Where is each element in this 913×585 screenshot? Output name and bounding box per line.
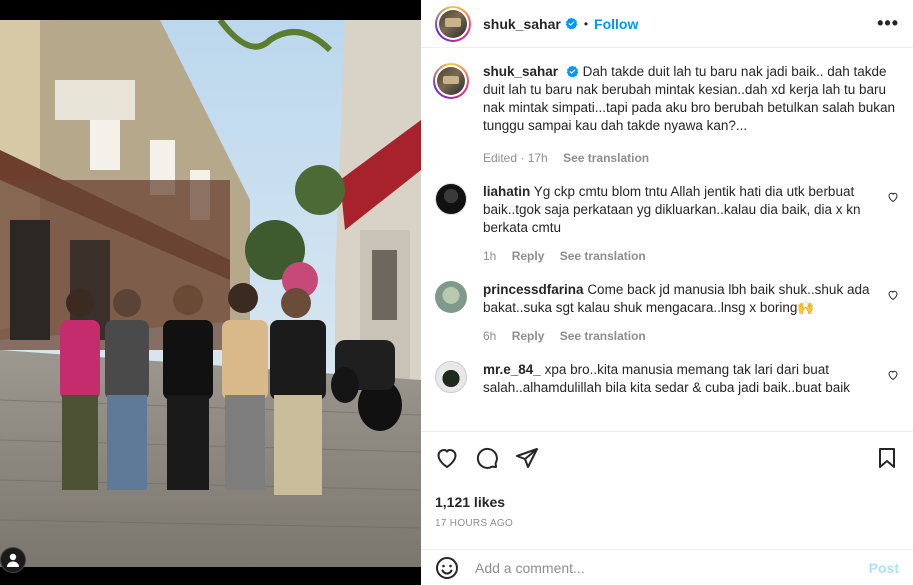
caption: shuk_sahar Dah takde duit lah tu baru na… (433, 63, 899, 167)
emoji-icon[interactable] (435, 556, 459, 580)
add-comment-bar: Post (421, 549, 913, 585)
comment-time: 1h (483, 249, 497, 263)
comments-list[interactable]: shuk_sahar Dah takde duit lah tu baru na… (421, 49, 913, 430)
user-tag-icon[interactable] (0, 547, 26, 573)
verified-badge-icon (566, 65, 579, 78)
post-actions: 1,121 likes 17 HOURS AGO (421, 431, 913, 529)
likes-count[interactable]: 1,121 likes (435, 494, 899, 510)
comment-username[interactable]: princessdfarina (483, 282, 584, 297)
heart-icon[interactable] (435, 446, 459, 470)
street-photo (0, 20, 421, 567)
post-comment-button[interactable]: Post (869, 560, 899, 576)
comment-icon[interactable] (475, 446, 499, 470)
commenter-avatar[interactable] (435, 183, 467, 215)
caption-avatar[interactable] (433, 63, 469, 99)
comment-item: liahatin Yg ckp cmtu blom tntu Allah jen… (435, 183, 899, 265)
share-icon[interactable] (515, 446, 539, 470)
comment-username[interactable]: liahatin (483, 184, 530, 199)
action-icons (435, 444, 899, 472)
follow-button[interactable]: Follow (594, 16, 638, 32)
see-translation-link[interactable]: See translation (560, 249, 646, 263)
caption-edited: Edited · 17h (483, 151, 548, 165)
comment-item: mr.e_84_ xpa bro..kita manusia memang ta… (435, 361, 899, 397)
post-timestamp: 17 HOURS AGO (435, 518, 514, 529)
comment-text: Yg ckp cmtu blom tntu Allah jentik hati … (483, 184, 861, 235)
separator-dot: • (583, 16, 589, 31)
commenter-avatar[interactable] (435, 281, 467, 313)
comment-username[interactable]: mr.e_84_ (483, 362, 541, 377)
more-options-icon[interactable]: ••• (877, 13, 899, 34)
post-photo-panel[interactable] (0, 0, 421, 585)
commenter-avatar[interactable] (435, 361, 467, 393)
verified-badge-icon (565, 17, 578, 30)
comment-time: 6h (483, 329, 497, 343)
see-translation-link[interactable]: See translation (560, 329, 646, 343)
comment-like-icon[interactable] (887, 369, 899, 381)
comment-item: princessdfarina Come back jd manusia lbh… (435, 281, 899, 345)
post-image[interactable] (0, 20, 421, 567)
comment-like-icon[interactable] (887, 289, 899, 301)
see-translation-link[interactable]: See translation (563, 151, 649, 165)
reply-button[interactable]: Reply (512, 249, 545, 263)
post-details-panel: shuk_sahar • Follow ••• shuk_sahar Dah t… (421, 0, 913, 585)
bookmark-icon[interactable] (875, 446, 899, 470)
comment-input[interactable] (475, 559, 869, 576)
post-header: shuk_sahar • Follow ••• (421, 0, 913, 48)
author-username[interactable]: shuk_sahar (483, 16, 561, 32)
comment-like-icon[interactable] (887, 191, 899, 203)
caption-username[interactable]: shuk_sahar (483, 64, 558, 79)
reply-button[interactable]: Reply (512, 329, 545, 343)
author-avatar[interactable] (435, 5, 471, 42)
